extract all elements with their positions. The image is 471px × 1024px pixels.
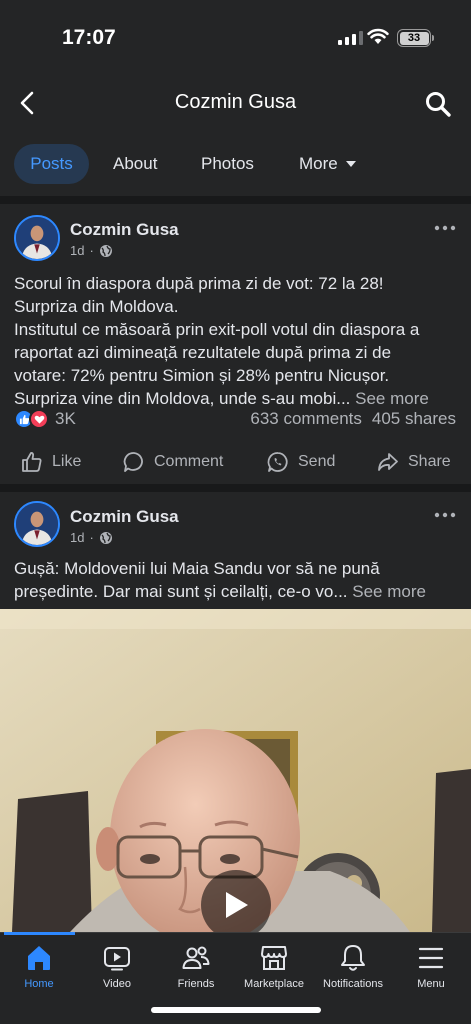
- send-label: Send: [298, 453, 336, 470]
- thumbs-up-icon: [22, 452, 42, 472]
- post-text-line: Surpriza din Moldova.: [14, 297, 179, 316]
- like-button[interactable]: Like: [20, 450, 81, 474]
- nav-marketplace[interactable]: Marketplace: [229, 943, 319, 990]
- friends-icon: [182, 946, 210, 969]
- page-header: Cozmin Gusa: [0, 72, 471, 134]
- post-time: 1d: [70, 530, 85, 545]
- engagement-stats: 633 comments 405 shares: [250, 409, 456, 429]
- post-text-line-last: președinte. Dar mai sunt și ceilalți, ce…: [14, 580, 460, 603]
- post-text: Gușă: Moldovenii lui Maia Sandu vor să n…: [14, 557, 460, 603]
- nav-friends[interactable]: Friends: [151, 943, 241, 990]
- avatar-image: [16, 503, 58, 545]
- status-time: 17:07: [62, 26, 116, 49]
- caret-down-icon: [345, 161, 356, 167]
- post-actions: Like Comment Send Share: [0, 440, 471, 484]
- reaction-count: 3K: [55, 409, 76, 428]
- nav-video[interactable]: Video: [72, 943, 162, 990]
- post-meta: 1d ·: [70, 530, 113, 545]
- post-author[interactable]: Cozmin Gusa: [70, 220, 179, 240]
- post-text-line: președinte. Dar mai sunt și ceilalți, ce…: [14, 582, 348, 601]
- post-text-line: raportat azi dimineață rezultatele după …: [14, 343, 392, 362]
- tab-more[interactable]: More: [299, 144, 356, 184]
- nav-menu-label: Menu: [417, 978, 445, 990]
- video-icon: [104, 947, 130, 971]
- home-icon: [28, 946, 50, 970]
- comment-count[interactable]: 633 comments: [250, 409, 362, 428]
- avatar[interactable]: [14, 215, 60, 261]
- menu-icon: [418, 947, 444, 969]
- tab-more-label: More: [299, 154, 338, 173]
- comment-button[interactable]: Comment: [122, 450, 223, 474]
- post-meta: 1d ·: [70, 243, 113, 258]
- send-button[interactable]: Send: [266, 450, 335, 474]
- battery-cap: [432, 35, 434, 41]
- tab-posts[interactable]: Posts: [14, 144, 89, 184]
- nav-menu[interactable]: Menu: [386, 943, 471, 990]
- profile-tabs: Posts About Photos More: [0, 140, 471, 190]
- video-player[interactable]: [0, 609, 471, 932]
- comment-label: Comment: [154, 453, 224, 470]
- post-text-line: Surpriza vine din Moldova, unde s-au mob…: [14, 389, 351, 408]
- home-indicator[interactable]: [151, 1007, 321, 1013]
- share-button[interactable]: Share: [376, 450, 451, 474]
- nav-friends-label: Friends: [177, 978, 215, 990]
- battery-level: 33: [399, 31, 429, 45]
- signal-icon: [338, 31, 363, 45]
- search-icon[interactable]: [424, 90, 452, 118]
- wifi-icon: [367, 28, 389, 44]
- meta-separator: ·: [89, 243, 94, 258]
- active-tab-indicator: [4, 932, 75, 935]
- page-title: Cozmin Gusa: [174, 91, 297, 113]
- post-text-line: votare: 72% pentru Simion și 28% pentru …: [14, 366, 390, 385]
- feed-divider: [0, 196, 471, 204]
- play-icon: [226, 892, 248, 918]
- post-time: 1d: [70, 243, 85, 258]
- nav-notifications[interactable]: Notifications: [308, 943, 398, 990]
- post-text-line-last: Surpriza vine din Moldova, unde s-au mob…: [14, 387, 460, 410]
- reactions-summary[interactable]: 3K: [14, 407, 76, 431]
- share-arrow-icon: [378, 453, 398, 471]
- tab-photos[interactable]: Photos: [201, 144, 254, 184]
- post-text: Scorul în diaspora după prima zi de vot:…: [14, 272, 460, 410]
- post-author[interactable]: Cozmin Gusa: [70, 507, 179, 527]
- share-count[interactable]: 405 shares: [372, 409, 456, 428]
- post-text-line: Institutul ce măsoară prin exit-poll vot…: [14, 320, 420, 339]
- comment-icon: [123, 452, 143, 472]
- post-text-line: Scorul în diaspora după prima zi de vot:…: [14, 274, 384, 293]
- share-label: Share: [408, 453, 451, 470]
- marketplace-icon: [261, 946, 287, 970]
- globe-icon: [99, 531, 112, 544]
- bell-icon: [341, 945, 365, 971]
- whatsapp-icon: [267, 452, 288, 472]
- battery-icon: 33: [397, 29, 431, 47]
- tab-about[interactable]: About: [113, 144, 157, 184]
- nav-notifications-label: Notifications: [323, 978, 383, 990]
- like-label: Like: [52, 453, 82, 470]
- post-text-line: Gușă: Moldovenii lui Maia Sandu vor să n…: [14, 559, 380, 578]
- avatar-image: [16, 217, 58, 259]
- play-button[interactable]: [201, 870, 271, 932]
- more-options-icon[interactable]: [433, 511, 457, 519]
- more-options-icon[interactable]: [433, 224, 457, 232]
- status-bar: 17:07 33: [0, 0, 471, 72]
- nav-video-label: Video: [103, 978, 131, 990]
- feed-divider: [0, 484, 471, 492]
- nav-marketplace-label: Marketplace: [244, 978, 304, 990]
- meta-separator: ·: [89, 530, 94, 545]
- avatar[interactable]: [14, 501, 60, 547]
- love-reaction-icon: [29, 409, 49, 429]
- see-more-link[interactable]: See more: [352, 582, 426, 601]
- globe-icon: [99, 244, 112, 257]
- see-more-link[interactable]: See more: [355, 389, 429, 408]
